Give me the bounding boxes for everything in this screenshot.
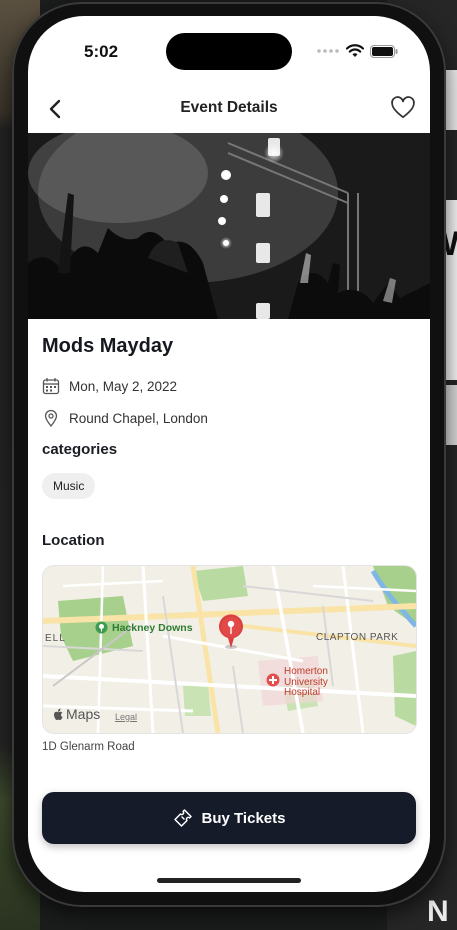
status-icons: [316, 42, 398, 60]
concert-photo: [28, 133, 430, 319]
event-venue-row: Round Chapel, London: [42, 409, 208, 427]
map-legal-link[interactable]: Legal: [115, 712, 137, 722]
location-map[interactable]: ELL Hackney Downs CLAPTON PARK Homerton …: [42, 565, 417, 734]
ticket-icon: [173, 809, 192, 827]
apple-maps-logo: Maps: [53, 706, 100, 722]
park-icon: [95, 621, 108, 634]
event-hero-image: [28, 133, 430, 319]
map-label-clapton-park: CLAPTON PARK: [316, 632, 399, 643]
status-time: 5:02: [84, 42, 119, 61]
page-title: Event Details: [180, 99, 278, 116]
category-chip[interactable]: Music: [42, 473, 96, 499]
event-date-row: Mon, May 2, 2022: [42, 377, 177, 395]
map-label-ell: ELL: [45, 633, 66, 644]
calendar-icon: [42, 378, 60, 395]
buy-tickets-button[interactable]: Buy Tickets: [42, 792, 416, 844]
phone-frame: 5:02 Event Details Mods Mayday Mon, May …: [12, 2, 446, 907]
map-label-hospital: Homerton University Hospital: [266, 666, 328, 699]
wifi-icon: [346, 44, 364, 57]
event-title: Mods Mayday: [42, 335, 174, 357]
location-heading: Location: [42, 532, 105, 549]
apple-logo-icon: [54, 708, 63, 720]
home-indicator[interactable]: [157, 878, 301, 883]
map-pin-icon[interactable]: [216, 614, 246, 650]
signal-icon: [317, 49, 339, 53]
map-label-hackney-downs: Hackney Downs: [95, 621, 193, 634]
location-pin-icon: [44, 409, 58, 427]
navigation-bar: Event Details: [28, 92, 430, 132]
event-venue: Round Chapel, London: [69, 410, 208, 426]
battery-icon: [370, 44, 398, 58]
hospital-icon: [266, 673, 280, 687]
app-screen: 5:02 Event Details Mods Mayday Mon, May …: [28, 16, 430, 892]
categories-heading: categories: [42, 441, 118, 458]
event-date: Mon, May 2, 2022: [69, 378, 178, 394]
buy-tickets-label: Buy Tickets: [201, 809, 286, 827]
location-address: 1D Glenarm Road: [42, 741, 135, 753]
background-letter: N: [427, 895, 449, 928]
favorite-heart-icon[interactable]: [390, 95, 416, 121]
dynamic-island: [166, 33, 292, 70]
